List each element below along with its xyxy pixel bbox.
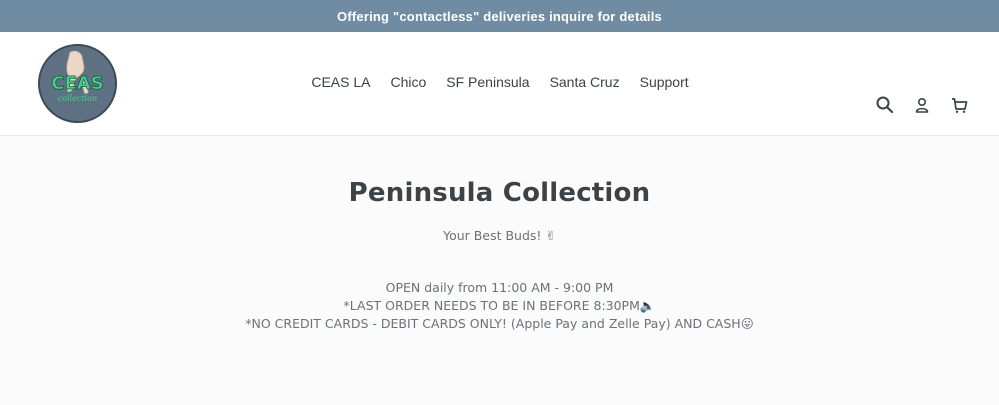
store-info: OPEN daily from 11:00 AM - 9:00 PM *LAST… — [0, 279, 999, 333]
logo-text-sub: collection — [58, 94, 97, 103]
payment-line: *NO CREDIT CARDS - DEBIT CARDS ONLY! (Ap… — [245, 316, 754, 331]
account-icon[interactable] — [912, 95, 932, 115]
hours-line: OPEN daily from 11:00 AM - 9:00 PM — [385, 280, 614, 295]
search-icon[interactable] — [875, 95, 895, 115]
announcement-bar[interactable]: Offering "contactless" deliveries inquir… — [0, 0, 999, 32]
last-order-line: *LAST ORDER NEEDS TO BE IN BEFORE 8:30PM… — [343, 298, 656, 313]
cart-icon[interactable] — [949, 95, 969, 115]
collection-main: Peninsula Collection Your Best Buds! ✌ O… — [0, 136, 999, 333]
nav-link-chico[interactable]: Chico — [390, 72, 426, 92]
site-header: CEAS collection CEAS LA Chico SF Peninsu… — [0, 32, 999, 136]
page-title: Peninsula Collection — [348, 178, 651, 208]
announcement-text: Offering "contactless" deliveries inquir… — [337, 8, 662, 24]
nav-link-support[interactable]: Support — [640, 72, 689, 92]
main-nav: CEAS LA Chico SF Peninsula Santa Cruz Su… — [1, 72, 999, 92]
nav-link-santa-cruz[interactable]: Santa Cruz — [550, 72, 620, 92]
header-icons — [875, 95, 969, 115]
nav-link-ceas-la[interactable]: CEAS LA — [311, 72, 370, 92]
nav-link-sf-peninsula[interactable]: SF Peninsula — [446, 72, 529, 92]
page-subtitle: Your Best Buds! ✌ — [443, 228, 556, 243]
